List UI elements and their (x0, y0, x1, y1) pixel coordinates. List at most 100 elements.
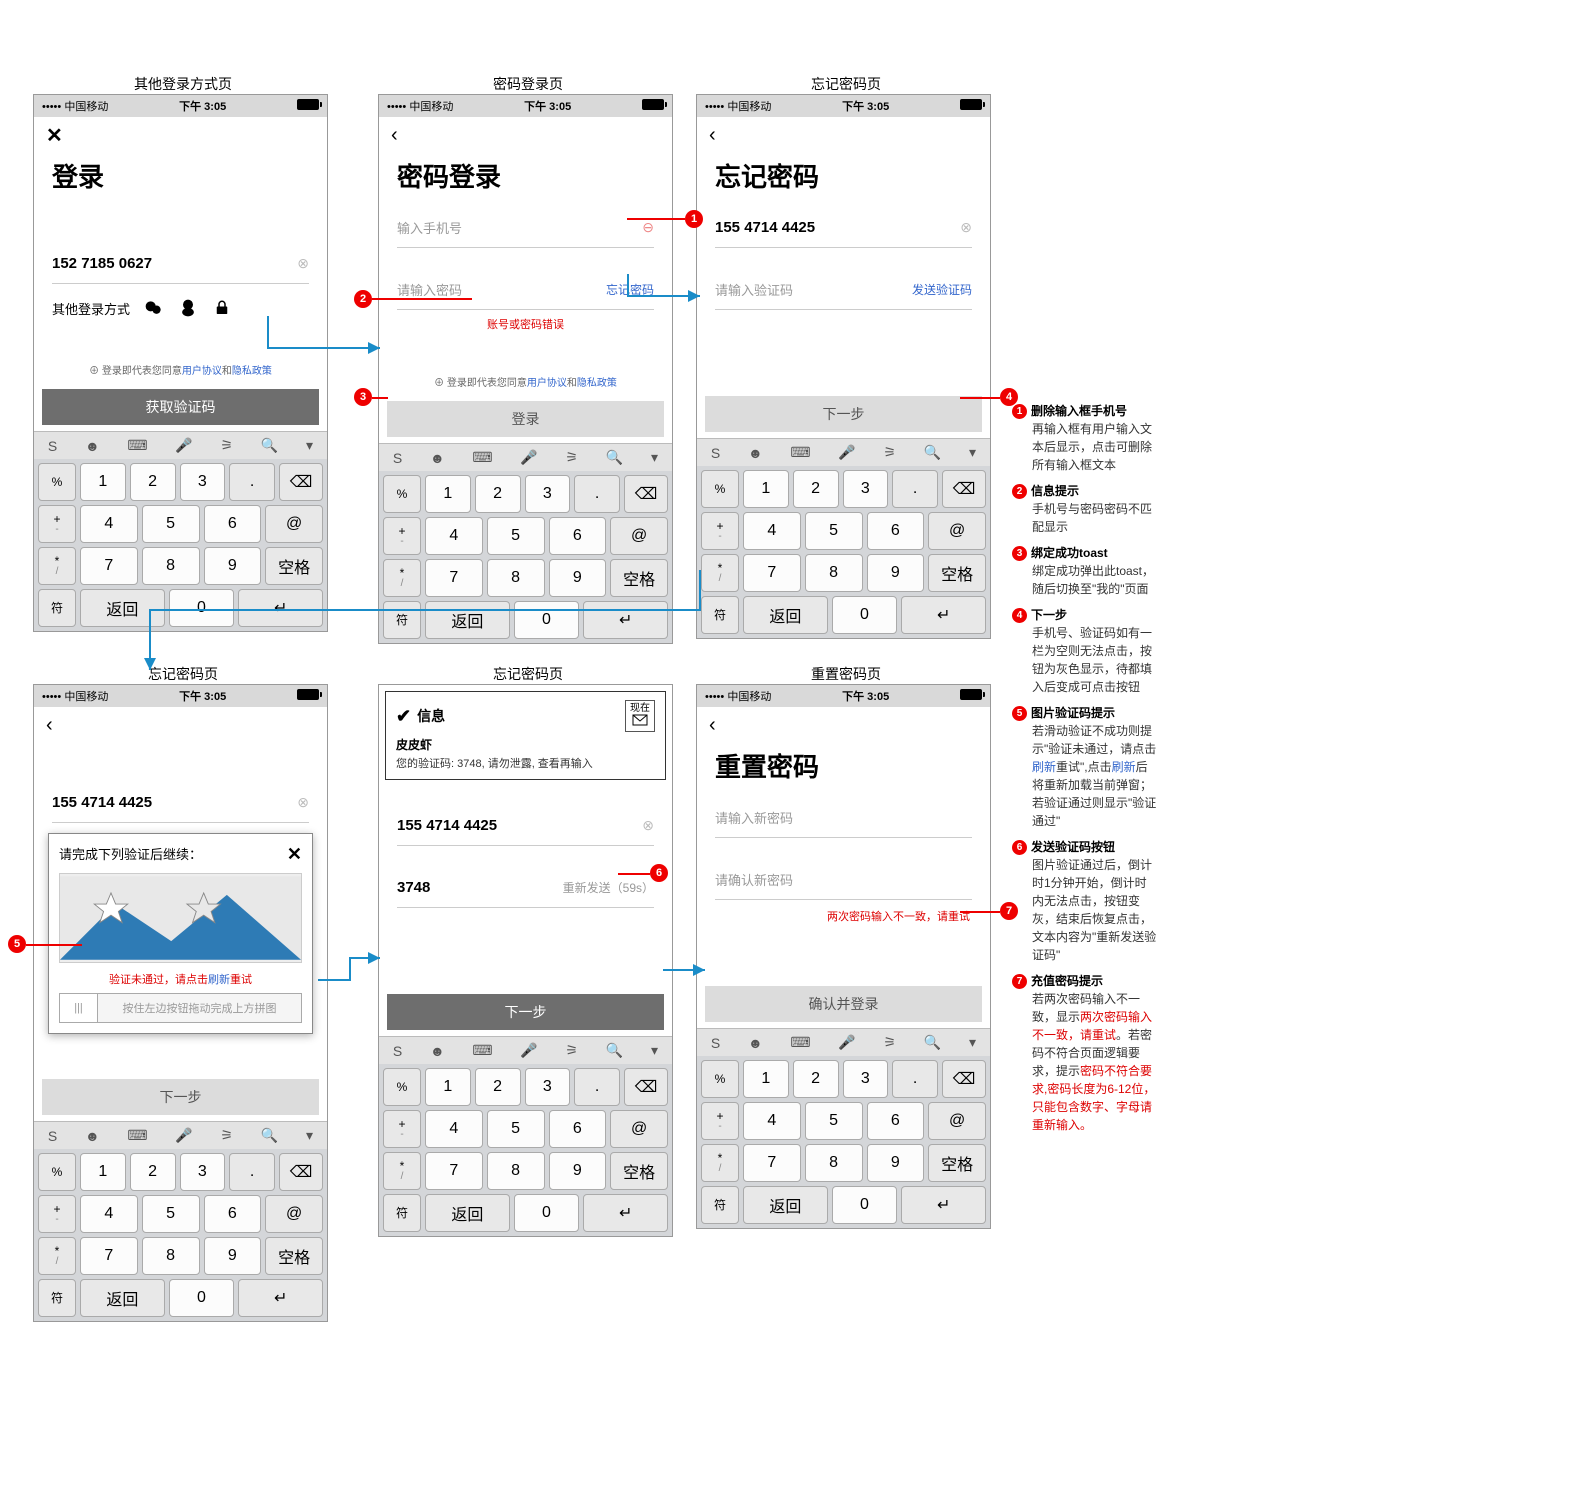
kb-side-key[interactable]: 符 (701, 596, 739, 634)
kb-toolbar-item[interactable]: ⌨ (790, 444, 810, 461)
kb-toolbar-item[interactable]: 🔍 (606, 449, 623, 466)
kb-key[interactable]: 8 (142, 1237, 200, 1275)
kb-key[interactable]: 7 (80, 1237, 138, 1275)
kb-key[interactable]: 6 (549, 517, 607, 555)
kb-toolbar-item[interactable]: ▾ (969, 444, 976, 461)
kb-key[interactable]: 返回 (743, 596, 828, 634)
kb-toolbar-item[interactable]: S (48, 438, 57, 454)
kb-key[interactable]: 3 (843, 1060, 889, 1098)
kb-toolbar-item[interactable]: ⚞ (566, 1042, 579, 1059)
kb-side-key[interactable]: % (383, 1068, 421, 1106)
kb-side-key[interactable]: 符 (701, 1186, 739, 1224)
kb-key[interactable]: 9 (549, 1152, 607, 1190)
kb-key[interactable]: 1 (80, 463, 126, 501)
kb-toolbar-item[interactable]: ⚞ (221, 437, 234, 454)
backspace-key[interactable]: ⌫ (279, 1153, 323, 1191)
kb-side-key[interactable]: 符 (383, 601, 421, 639)
kb-side-key[interactable]: % (38, 1153, 76, 1191)
kb-key[interactable]: 4 (80, 505, 138, 543)
phone-input[interactable]: 152 7185 0627 ⊗ (52, 244, 309, 284)
kb-toolbar-item[interactable]: 🎤 (838, 444, 855, 461)
kb-key[interactable]: 8 (487, 559, 545, 597)
kb-key[interactable]: 2 (130, 1153, 176, 1191)
code-input[interactable]: 3748 重新发送（59s） (397, 868, 654, 908)
kb-side-key[interactable]: % (38, 463, 76, 501)
kb-toolbar-item[interactable]: ☻ (85, 438, 100, 454)
slider-handle[interactable]: ||| (60, 994, 98, 1022)
kb-side-key[interactable]: */ (383, 559, 421, 597)
kb-side-key[interactable]: */ (701, 1144, 739, 1182)
kb-toolbar-item[interactable]: ☻ (748, 445, 763, 461)
kb-toolbar-item[interactable]: 🔍 (606, 1042, 623, 1059)
clear-icon[interactable]: ⊗ (297, 794, 309, 811)
kb-key[interactable]: 4 (80, 1195, 138, 1233)
get-code-button[interactable]: 获取验证码 (42, 389, 319, 425)
kb-key[interactable]: 返回 (425, 601, 510, 639)
kb-key[interactable]: 2 (793, 470, 839, 508)
backspace-key[interactable]: ⌫ (942, 1060, 986, 1098)
kb-side-key[interactable]: % (701, 470, 739, 508)
kb-key[interactable]: 5 (487, 517, 545, 555)
kb-key[interactable]: 2 (475, 1068, 521, 1106)
kb-key[interactable]: ↵ (901, 1186, 986, 1224)
kb-key[interactable]: 7 (80, 547, 138, 585)
kb-side-key[interactable]: 符 (383, 1194, 421, 1232)
kb-side-key[interactable]: */ (701, 554, 739, 592)
back-icon[interactable]: ‹ (709, 124, 716, 147)
backspace-key[interactable]: ⌫ (279, 463, 323, 501)
clear-icon[interactable]: ⊖ (642, 219, 654, 236)
phone-input[interactable]: 155 4714 4425 ⊗ (52, 783, 309, 823)
kb-toolbar-item[interactable]: 🔍 (924, 1034, 941, 1051)
kb-toolbar-item[interactable]: S (711, 445, 720, 461)
kb-key[interactable]: @ (265, 1195, 323, 1233)
kb-key[interactable]: 9 (867, 554, 925, 592)
kb-side-key[interactable]: +- (701, 1102, 739, 1140)
kb-side-key[interactable]: % (701, 1060, 739, 1098)
kb-key[interactable]: 5 (487, 1110, 545, 1148)
code-input[interactable]: 请输入验证码 发送验证码 (715, 270, 972, 310)
kb-toolbar-item[interactable]: 🎤 (520, 1042, 537, 1059)
kb-key[interactable]: 2 (793, 1060, 839, 1098)
phone-input[interactable]: 155 4714 4425 ⊗ (715, 208, 972, 248)
kb-key[interactable]: 1 (425, 475, 471, 513)
kb-toolbar-item[interactable]: S (393, 450, 402, 466)
kb-key[interactable]: 2 (130, 463, 176, 501)
kb-key[interactable]: 9 (204, 1237, 262, 1275)
back-icon[interactable]: ‹ (46, 714, 53, 737)
kb-key[interactable]: . (892, 470, 938, 508)
kb-key[interactable]: 7 (425, 559, 483, 597)
kb-key[interactable]: 9 (204, 547, 262, 585)
kb-side-key[interactable]: +- (38, 1195, 76, 1233)
kb-key[interactable]: 6 (867, 1102, 925, 1140)
kb-key[interactable]: @ (928, 1102, 986, 1140)
kb-key[interactable]: 3 (180, 1153, 226, 1191)
kb-key[interactable]: . (574, 1068, 620, 1106)
login-button[interactable]: 登录 (387, 401, 664, 437)
kb-key[interactable]: 9 (867, 1144, 925, 1182)
phone-input[interactable]: 155 4714 4425 ⊗ (397, 806, 654, 846)
kb-key[interactable]: 5 (142, 505, 200, 543)
kb-toolbar-item[interactable]: S (48, 1128, 57, 1144)
kb-key[interactable]: ↵ (901, 596, 986, 634)
kb-key[interactable]: 返回 (743, 1186, 828, 1224)
backspace-key[interactable]: ⌫ (624, 1068, 668, 1106)
kb-toolbar-item[interactable]: ⚞ (566, 449, 579, 466)
kb-key[interactable]: 空格 (610, 559, 668, 597)
kb-side-key[interactable]: */ (383, 1152, 421, 1190)
kb-key[interactable]: ↵ (238, 589, 323, 627)
kb-toolbar-item[interactable]: ⚞ (884, 1034, 897, 1051)
kb-key[interactable]: 0 (514, 601, 580, 639)
kb-side-key[interactable]: +- (38, 505, 76, 543)
kb-toolbar-item[interactable]: ⌨ (790, 1034, 810, 1051)
kb-key[interactable]: 0 (514, 1194, 580, 1232)
kb-key[interactable]: 1 (743, 1060, 789, 1098)
chevron-down-icon[interactable]: ✔ (396, 706, 411, 727)
kb-side-key[interactable]: */ (38, 547, 76, 585)
send-code-button[interactable]: 发送验证码 (912, 281, 972, 298)
kb-toolbar-item[interactable]: ▾ (306, 1127, 313, 1144)
kb-key[interactable]: 9 (549, 559, 607, 597)
kb-key[interactable]: 3 (180, 463, 226, 501)
kb-toolbar-item[interactable]: ▾ (651, 1042, 658, 1059)
kb-key[interactable]: 4 (743, 512, 801, 550)
kb-toolbar-item[interactable]: 🎤 (175, 1127, 192, 1144)
